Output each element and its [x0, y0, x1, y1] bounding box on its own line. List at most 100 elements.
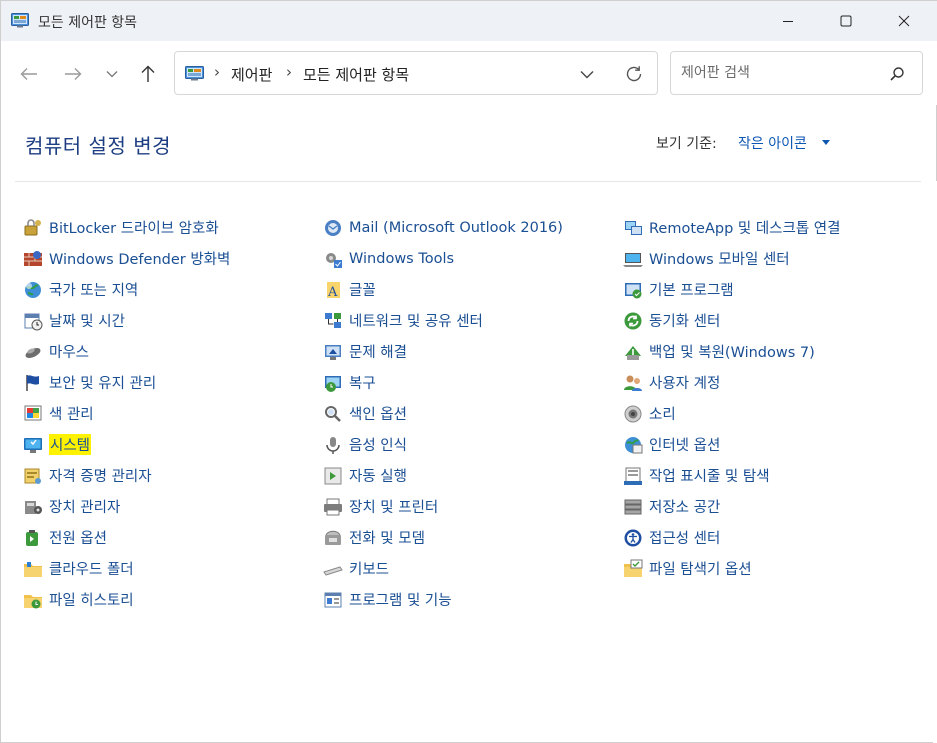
control-panel-item[interactable]: 복구	[323, 367, 563, 398]
control-panel-item[interactable]: 보안 및 유지 관리	[23, 367, 230, 398]
control-panel-item[interactable]: 날짜 및 시간	[23, 305, 230, 336]
up-button[interactable]	[133, 59, 163, 89]
control-panel-item-label[interactable]: 날짜 및 시간	[49, 310, 125, 331]
control-panel-item[interactable]: 동기화 센터	[623, 305, 840, 336]
control-panel-item-label[interactable]: 보안 및 유지 관리	[49, 372, 156, 393]
control-panel-item[interactable]: 국가 또는 지역	[23, 274, 230, 305]
maximize-button[interactable]	[817, 1, 875, 41]
search-icon[interactable]	[888, 65, 906, 83]
control-panel-item[interactable]: 문제 해결	[323, 336, 563, 367]
control-panel-item[interactable]: 전화 및 모뎀	[323, 522, 563, 553]
network-icon	[323, 311, 343, 331]
breadcrumb-separator[interactable]: ›	[286, 63, 292, 81]
control-panel-item[interactable]: 사용자 계정	[623, 367, 840, 398]
control-panel-item[interactable]: 소리	[623, 398, 840, 429]
scrollbar-track[interactable]	[933, 181, 937, 743]
control-panel-item-label[interactable]: Windows Defender 방화벽	[49, 248, 230, 269]
control-panel-item-label[interactable]: Windows 모바일 센터	[649, 248, 790, 269]
control-panel-item[interactable]: 색인 옵션	[323, 398, 563, 429]
minimize-button[interactable]	[759, 1, 817, 41]
title-bar[interactable]: 모든 제어판 항목	[1, 1, 937, 41]
control-panel-item-label[interactable]: RemoteApp 및 데스크톱 연결	[649, 217, 840, 238]
control-panel-item-label[interactable]: 장치 및 프린터	[349, 496, 438, 517]
control-panel-item-label[interactable]: 저장소 공간	[649, 496, 720, 517]
control-panel-item[interactable]: 백업 및 복원(Windows 7)	[623, 336, 840, 367]
control-panel-item-label[interactable]: 프로그램 및 기능	[349, 589, 452, 610]
control-panel-item-label[interactable]: Windows Tools	[349, 251, 454, 267]
refresh-icon[interactable]	[623, 63, 645, 85]
control-panel-item[interactable]: 저장소 공간	[623, 491, 840, 522]
control-panel-item-label[interactable]: 인터넷 옵션	[649, 434, 720, 455]
control-panel-item[interactable]: 장치 관리자	[23, 491, 230, 522]
control-panel-item-label[interactable]: 전원 옵션	[49, 527, 107, 548]
control-panel-item[interactable]: Windows Defender 방화벽	[23, 243, 230, 274]
control-panel-item[interactable]: 프로그램 및 기능	[323, 584, 563, 615]
control-panel-item-label[interactable]: 글꼴	[349, 279, 376, 300]
breadcrumb-control-panel[interactable]: 제어판	[231, 64, 272, 85]
search-box[interactable]	[670, 51, 923, 95]
control-panel-item-label[interactable]: 장치 관리자	[49, 496, 120, 517]
control-panel-item[interactable]: BitLocker 드라이브 암호화	[23, 212, 230, 243]
control-panel-item-label[interactable]: 색인 옵션	[349, 403, 407, 424]
breadcrumb-separator[interactable]: ›	[214, 63, 220, 81]
back-button[interactable]	[14, 59, 44, 89]
control-panel-item-label[interactable]: 파일 히스토리	[49, 589, 134, 610]
control-panel-item-label[interactable]: 마우스	[49, 341, 89, 362]
control-panel-item-label[interactable]: 국가 또는 지역	[49, 279, 138, 300]
control-panel-item-label[interactable]: 자동 실행	[349, 465, 407, 486]
control-panel-item-label[interactable]: 백업 및 복원(Windows 7)	[649, 341, 815, 362]
control-panel-item-label[interactable]: 키보드	[349, 558, 389, 579]
breadcrumb-all-items[interactable]: 모든 제어판 항목	[303, 64, 409, 85]
control-panel-item[interactable]: 장치 및 프린터	[323, 491, 563, 522]
control-panel-item[interactable]: 파일 탐색기 옵션	[623, 553, 840, 584]
control-panel-item-label[interactable]: 음성 인식	[349, 434, 407, 455]
control-panel-item-label[interactable]: 색 관리	[49, 403, 94, 424]
control-panel-item[interactable]: A 글꼴	[323, 274, 563, 305]
control-panel-item-label[interactable]: 동기화 센터	[649, 310, 720, 331]
recent-locations-button[interactable]	[97, 59, 127, 89]
control-panel-item-label[interactable]: 기본 프로그램	[649, 279, 734, 300]
control-panel-item-label[interactable]: 소리	[649, 403, 676, 424]
control-panel-item-label[interactable]: 네트워크 및 공유 센터	[349, 310, 483, 331]
control-panel-item[interactable]: 음성 인식	[323, 429, 563, 460]
region-icon	[23, 280, 43, 300]
control-panel-item[interactable]: 시스템	[23, 429, 230, 460]
control-panel-item-label[interactable]: 사용자 계정	[649, 372, 720, 393]
search-input[interactable]	[681, 62, 881, 84]
control-panel-item-label[interactable]: 복구	[349, 372, 376, 393]
control-panel-item-label[interactable]: BitLocker 드라이브 암호화	[49, 217, 219, 238]
control-panel-item[interactable]: 파일 히스토리	[23, 584, 230, 615]
control-panel-item-label[interactable]: 문제 해결	[349, 341, 407, 362]
control-panel-item[interactable]: 자격 증명 관리자	[23, 460, 230, 491]
control-panel-item[interactable]: Windows 모바일 센터	[623, 243, 840, 274]
control-panel-item[interactable]: 작업 표시줄 및 탐색	[623, 460, 840, 491]
caret-down-icon[interactable]	[822, 140, 830, 145]
control-panel-item-label[interactable]: 시스템	[49, 434, 92, 455]
control-panel-item[interactable]: 전원 옵션	[23, 522, 230, 553]
control-panel-item[interactable]: 자동 실행	[323, 460, 563, 491]
control-panel-item[interactable]: RemoteApp 및 데스크톱 연결	[623, 212, 840, 243]
forward-button[interactable]	[58, 59, 88, 89]
control-panel-item[interactable]: 클라우드 폴더	[23, 553, 230, 584]
address-bar[interactable]: › 제어판 › 모든 제어판 항목	[174, 51, 658, 95]
control-panel-item[interactable]: 키보드	[323, 553, 563, 584]
control-panel-item[interactable]: 마우스	[23, 336, 230, 367]
close-button[interactable]	[875, 1, 933, 41]
control-panel-item-label[interactable]: 자격 증명 관리자	[49, 465, 152, 486]
control-panel-item[interactable]: Windows Tools	[323, 243, 563, 274]
control-panel-item[interactable]: 기본 프로그램	[623, 274, 840, 305]
control-panel-item-label[interactable]: 접근성 센터	[649, 527, 720, 548]
chevron-down-icon[interactable]	[577, 64, 597, 84]
control-panel-item-label[interactable]: 전화 및 모뎀	[349, 527, 425, 548]
control-panel-item[interactable]: Mail (Microsoft Outlook 2016)	[323, 212, 563, 243]
control-panel-item[interactable]: 네트워크 및 공유 센터	[323, 305, 563, 336]
control-panel-item-label[interactable]: 클라우드 폴더	[49, 558, 134, 579]
system-icon	[23, 435, 43, 455]
control-panel-item-label[interactable]: 작업 표시줄 및 탐색	[649, 465, 770, 486]
control-panel-item[interactable]: 인터넷 옵션	[623, 429, 840, 460]
control-panel-item-label[interactable]: 파일 탐색기 옵션	[649, 558, 752, 579]
control-panel-item[interactable]: 접근성 센터	[623, 522, 840, 553]
view-by-dropdown[interactable]: 작은 아이콘	[738, 133, 807, 153]
control-panel-item[interactable]: 색 관리	[23, 398, 230, 429]
control-panel-item-label[interactable]: Mail (Microsoft Outlook 2016)	[349, 220, 563, 236]
